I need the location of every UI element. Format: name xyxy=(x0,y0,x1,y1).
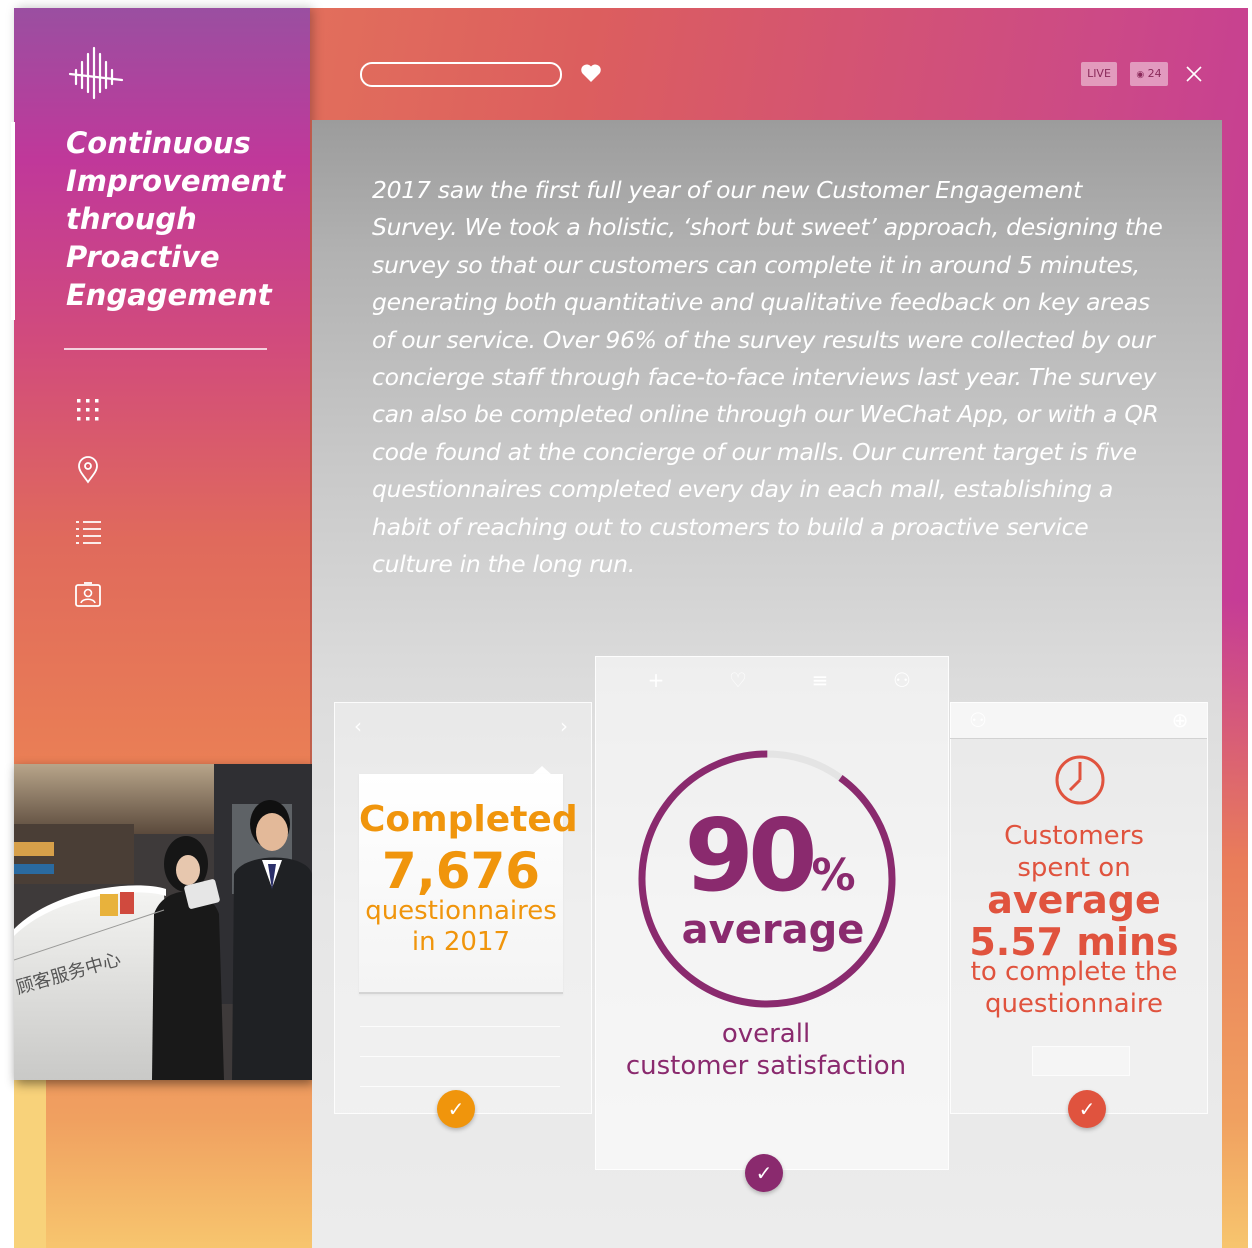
chevron-right-icon[interactable]: › xyxy=(556,716,572,736)
check-icon: ✓ xyxy=(1068,1090,1106,1128)
title-line: Improvement xyxy=(66,164,285,198)
check-icon: ✓ xyxy=(437,1090,475,1128)
viewers-badge: ◉ 24 xyxy=(1130,62,1168,86)
satisfaction-label: overall xyxy=(721,1019,811,1049)
title-line: Continuous xyxy=(66,126,251,160)
user-icon[interactable]: ⚇ xyxy=(968,710,988,730)
eye-icon: ◉ xyxy=(1136,70,1145,80)
stat-label-bottom: questionnaires in 2017 xyxy=(359,896,563,958)
active-indicator xyxy=(11,122,15,320)
sidebar: Continuous Improvement through Proactive… xyxy=(11,8,310,768)
intro-paragraph: 2017 saw the first full year of our new … xyxy=(372,176,1163,579)
map-pin-icon[interactable] xyxy=(74,456,102,484)
accent-strip xyxy=(14,1078,46,1248)
stat-label-top: Completed xyxy=(359,799,578,840)
add-circle-icon[interactable]: ⊕ xyxy=(1170,710,1190,730)
chevron-left-icon[interactable]: ‹ xyxy=(350,716,366,736)
heart-outline-icon[interactable]: ♡ xyxy=(728,670,748,690)
stat-label-line: in 2017 xyxy=(411,927,511,957)
satisfaction-value: 90% xyxy=(640,806,900,906)
divider xyxy=(360,1026,560,1027)
live-badge: LIVE xyxy=(1081,62,1117,86)
check-icon: ✓ xyxy=(745,1154,783,1192)
menu-icon[interactable]: ≡ xyxy=(810,670,830,690)
satisfaction-sub: average xyxy=(681,907,865,953)
close-icon[interactable] xyxy=(1184,64,1204,84)
satisfaction-label: customer satisfaction xyxy=(625,1051,907,1081)
clock-icon xyxy=(1055,755,1105,805)
percent-sign: % xyxy=(811,850,856,901)
time-label: to complete the xyxy=(970,957,1178,987)
list-icon[interactable] xyxy=(74,518,102,546)
divider xyxy=(360,1056,560,1057)
sidebar-divider xyxy=(64,348,267,350)
search-input[interactable] xyxy=(360,62,562,87)
time-label: Customers xyxy=(1004,821,1144,851)
profile-card-icon[interactable] xyxy=(74,580,102,608)
title-line: Engagement xyxy=(66,278,272,312)
time-label-bold: average xyxy=(987,878,1161,922)
concierge-photo-illustration: 顾客服务中心 xyxy=(14,764,312,1080)
title-line: through xyxy=(66,202,197,236)
plus-icon[interactable]: + xyxy=(646,670,666,690)
time-label: questionnaire xyxy=(984,989,1164,1019)
card-topbar xyxy=(950,702,1207,739)
satisfaction-number: 90 xyxy=(684,797,817,914)
heart-icon[interactable] xyxy=(580,63,602,83)
divider xyxy=(360,1086,560,1087)
section-title: Continuous Improvement through Proactive… xyxy=(66,124,286,314)
logo-icon xyxy=(68,46,124,100)
control-bar[interactable] xyxy=(1032,1046,1130,1076)
grid-icon[interactable] xyxy=(74,396,102,424)
stat-value: 7,676 xyxy=(381,842,541,900)
stat-label-line: questionnaires xyxy=(365,896,557,926)
concierge-photo: 顾客服务中心 xyxy=(14,764,312,1080)
title-line: Proactive xyxy=(66,240,220,274)
user-icon[interactable]: ⚇ xyxy=(892,670,912,690)
viewers-count: 24 xyxy=(1147,67,1162,80)
